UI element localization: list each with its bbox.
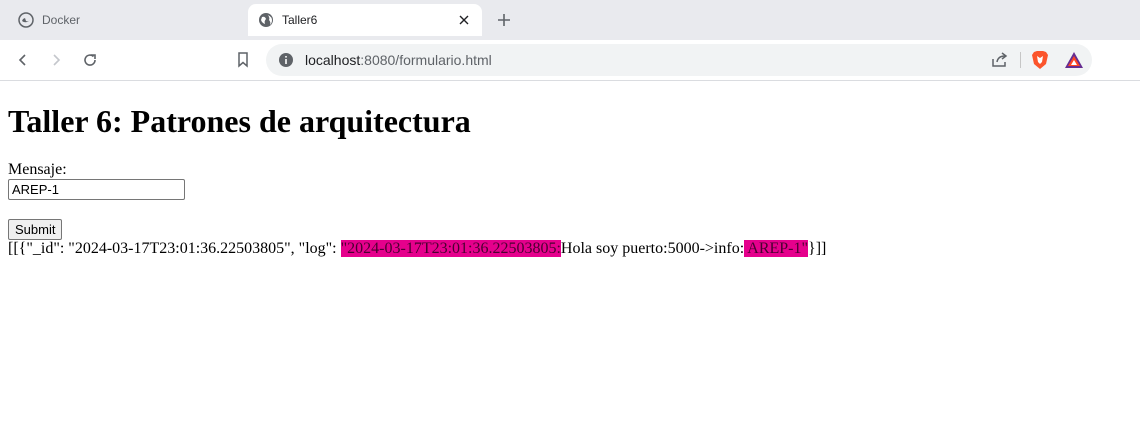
- back-button[interactable]: [13, 50, 33, 70]
- brave-shields-button[interactable]: [1030, 50, 1050, 70]
- url-host: localhost: [305, 52, 361, 68]
- back-arrow-icon: [18, 54, 26, 66]
- response-middle: Hola soy puerto:5000->info:: [560, 240, 745, 257]
- toolbar-divider: [1020, 52, 1021, 68]
- message-label: Mensaje:: [8, 161, 67, 178]
- bookmark-icon: [238, 52, 248, 68]
- tab-strip: Docker Taller6: [0, 0, 1140, 40]
- reload-icon: [84, 54, 96, 66]
- info-icon[interactable]: [278, 52, 294, 68]
- response-suffix: }]]: [808, 240, 827, 257]
- response-prefix: [[{"_id": "2024-03-17T23:01:36.22503805"…: [8, 240, 341, 257]
- close-icon[interactable]: [456, 12, 472, 28]
- tab-taller6[interactable]: Taller6: [248, 4, 482, 36]
- browser-toolbar: localhost:8080/formulario.html: [0, 40, 1140, 81]
- bookmark-button[interactable]: [233, 50, 253, 70]
- reload-button[interactable]: [80, 50, 100, 70]
- tab-title: Docker: [42, 13, 81, 27]
- response-highlight-timestamp: "2024-03-17T23:01:36.22503805:: [340, 240, 561, 257]
- submit-button[interactable]: Submit: [8, 219, 63, 240]
- forward-arrow-icon: [53, 54, 61, 66]
- url-text[interactable]: localhost:8080/formulario.html: [305, 52, 492, 68]
- response-highlight-info: AREP-1": [744, 240, 809, 257]
- share-icon: [992, 52, 1008, 67]
- new-tab-button[interactable]: [494, 10, 514, 30]
- brave-lion-icon: [1032, 51, 1048, 69]
- page-content: Taller 6: Patrones de arquitectura Mensa…: [8, 81, 1132, 258]
- brave-rewards-button[interactable]: [1064, 50, 1084, 70]
- rewards-triangle-icon: [1065, 52, 1083, 68]
- url-path: :8080/formulario.html: [360, 52, 492, 68]
- message-input[interactable]: [8, 179, 185, 200]
- forward-button[interactable]: [46, 50, 66, 70]
- response-output: [[{"_id": "2024-03-17T23:01:36.22503805"…: [8, 240, 1132, 258]
- page-title: Taller 6: Patrones de arquitectura: [8, 103, 471, 139]
- address-bar[interactable]: localhost:8080/formulario.html: [266, 44, 1092, 76]
- tab-title: Taller6: [282, 13, 318, 27]
- tab-docker[interactable]: Docker: [8, 4, 238, 36]
- globe-icon: [258, 12, 274, 28]
- docker-favicon-icon: [18, 12, 34, 28]
- share-button[interactable]: [990, 50, 1010, 70]
